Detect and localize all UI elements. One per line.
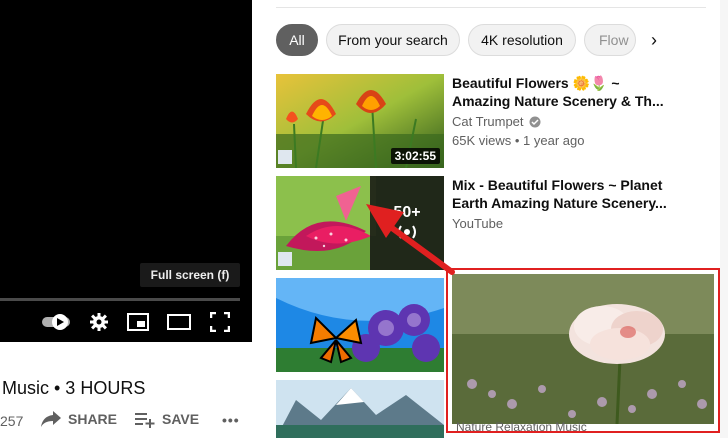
miniplayer-icon[interactable]: [124, 308, 152, 336]
chip-from-your-search[interactable]: From your search: [326, 24, 460, 56]
fullscreen-icon[interactable]: [206, 308, 234, 336]
chip-flowers[interactable]: Flow: [584, 24, 636, 56]
save-button[interactable]: SAVE: [134, 410, 199, 428]
more-actions-button[interactable]: •••: [222, 412, 240, 428]
share-icon: [41, 411, 61, 427]
chevron-right-icon[interactable]: ›: [644, 24, 664, 56]
progress-bar[interactable]: [0, 298, 240, 301]
scrollbar[interactable]: [720, 0, 728, 438]
like-count: 257: [0, 413, 24, 429]
mix-count: 50+: [393, 204, 421, 221]
video-duration: 3:02:55: [390, 148, 440, 164]
playlist-add-icon: [135, 413, 155, 428]
mix-overlay: 50+: [370, 176, 444, 270]
video-title-line-2[interactable]: Amazing Nature Scenery & Th...: [452, 92, 672, 110]
verified-check-icon: [529, 116, 541, 127]
share-label: SHARE: [68, 411, 118, 427]
video-player[interactable]: Full screen (f): [0, 0, 252, 342]
chip-4k-resolution[interactable]: 4K resolution: [468, 24, 576, 56]
channel-name[interactable]: Cat Trumpet: [452, 114, 524, 129]
mix-radio-icon: [398, 225, 416, 239]
video-title-line-1[interactable]: Beautiful Flowers 🌼🌷 ~: [452, 74, 672, 92]
chip-all[interactable]: All: [276, 24, 318, 56]
divider: [276, 7, 706, 8]
list-item[interactable]: 50+ Mix - Beautiful Flowers ~ Planet Ear…: [276, 176, 716, 272]
fullscreen-tooltip: Full screen (f): [140, 263, 240, 287]
video-thumbnail[interactable]: 3:02:55: [276, 74, 444, 168]
player-controls: [0, 308, 252, 336]
theater-mode-icon[interactable]: [164, 308, 194, 336]
video-thumbnail[interactable]: [276, 380, 444, 438]
preview-image: [452, 274, 714, 424]
save-label: SAVE: [162, 411, 200, 427]
video-title-line-2[interactable]: Earth Amazing Nature Scenery...: [452, 194, 672, 212]
channel-name[interactable]: YouTube: [452, 216, 503, 231]
filter-chips: All From your search 4K resolution Flow …: [276, 24, 716, 56]
autoplay-toggle[interactable]: [40, 308, 72, 336]
video-actions: 257 SHARE SAVE •••: [0, 410, 252, 434]
hover-preview-highlight[interactable]: Nature Relaxation Music: [446, 268, 720, 434]
mix-thumbnail[interactable]: 50+: [276, 176, 444, 270]
video-meta: Beautiful Flowers 🌼🌷 ~ Amazing Nature Sc…: [452, 74, 672, 148]
video-title-line-1[interactable]: Mix - Beautiful Flowers ~ Planet: [452, 176, 672, 194]
video-thumbnail[interactable]: [276, 278, 444, 372]
list-item[interactable]: 3:02:55 Beautiful Flowers 🌼🌷 ~ Amazing N…: [276, 74, 716, 170]
video-meta: Mix - Beautiful Flowers ~ Planet Earth A…: [452, 176, 672, 231]
preview-caption: Nature Relaxation Music: [456, 420, 587, 434]
video-title: Music • 3 HOURS: [2, 378, 146, 398]
share-button[interactable]: SHARE: [40, 410, 117, 428]
settings-gear-icon[interactable]: [86, 308, 112, 336]
video-stats: 65K views • 1 year ago: [452, 133, 585, 148]
play-icon: [52, 314, 68, 330]
